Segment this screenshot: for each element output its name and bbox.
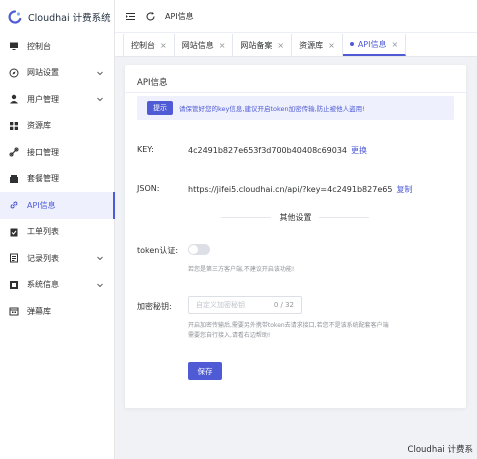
active-dot-icon (349, 42, 354, 46)
toggle-knob (189, 245, 198, 254)
footer-text: Cloudhai 计费系 (407, 445, 473, 455)
monitor-icon (9, 41, 19, 51)
close-icon[interactable]: × (328, 41, 335, 50)
sidebar-item-site-settings[interactable]: 网站设置 (0, 60, 114, 87)
close-icon[interactable]: × (160, 41, 167, 50)
api-link-icon (9, 200, 19, 210)
key-value: 4c2491b827e653f3d700b40408c69034 (188, 146, 348, 155)
sidebar-item-tickets[interactable]: 工单列表 (0, 219, 114, 246)
chevron-down-icon (97, 283, 103, 287)
section-divider-right (319, 217, 369, 218)
top-header: API信息 (115, 0, 477, 33)
brand-name: Cloudhai 计费系统 (28, 12, 111, 24)
clipboard-icon (9, 227, 19, 237)
sidebar-item-api-info[interactable]: API信息 (0, 192, 115, 219)
tab-label: 网站信息 (181, 40, 214, 50)
sidebar-item-system-info[interactable]: 系统信息 (0, 272, 114, 299)
card-title: API信息 (137, 78, 168, 88)
sidebar-item-label: 套餐管理 (27, 174, 59, 184)
tab-api-info[interactable]: API信息 × (342, 34, 407, 56)
refresh-icon[interactable] (145, 11, 156, 22)
chevron-down-icon (97, 97, 103, 102)
close-icon[interactable]: × (219, 41, 226, 50)
key-row: 4c2491b827e653f3d700b40408c69034 更换 (188, 145, 367, 156)
copy-link[interactable]: 复制 (396, 185, 412, 194)
key-label: KEY: (137, 145, 154, 154)
menu-toggle-icon[interactable] (125, 11, 136, 22)
tab-label: 网站备案 (240, 40, 273, 50)
secret-label: 加密秘钥: (137, 302, 172, 311)
notice-banner: 提示 请保管好您的key信息,建议开启token加密传输,防止被他人盗用! (137, 96, 454, 120)
tab-resources[interactable]: 资源库 × (292, 34, 343, 56)
sidebar-item-user-management[interactable]: 用户管理 (0, 86, 114, 113)
sidebar-item-label: 接口管理 (27, 147, 59, 157)
sidebar-item-resources[interactable]: 资源库 (0, 113, 114, 140)
tab-site-info[interactable]: 网站信息 × (175, 34, 234, 56)
tab-label: 控制台 (131, 40, 155, 50)
secret-hint-line1: 开启加密传输后,需要另外携带token去请求接口,若您不是该系统配套客户端 (188, 322, 389, 329)
section-title: 其他设置 (279, 213, 312, 222)
tab-site-filing[interactable]: 网站备案 × (233, 34, 293, 56)
chevron-down-icon (97, 256, 103, 261)
sidebar-item-label: 资源库 (27, 121, 51, 131)
link-icon (9, 147, 19, 157)
close-icon[interactable]: × (277, 41, 284, 50)
sidebar-item-label: 工单列表 (27, 227, 59, 237)
sidebar-item-label: 网站设置 (27, 68, 59, 78)
compass-icon (9, 68, 19, 78)
tabs-bar: 控制台 × 网站信息 × 网站备案 × 资源库 × API信息 × (115, 33, 477, 57)
grid-icon (9, 121, 19, 131)
sidebar-item-packages[interactable]: 套餐管理 (0, 166, 114, 193)
sidebar-item-records[interactable]: 记录列表 (0, 245, 114, 272)
secret-placeholder: 自定义加密秘钥 (196, 301, 245, 309)
tab-dashboard[interactable]: 控制台 × (123, 34, 175, 56)
secret-hint-line2: 需要您自行接入,请看右边帮助! (188, 332, 271, 339)
sidebar-item-label: API信息 (27, 200, 56, 210)
notice-tag: 提示 (147, 101, 173, 115)
records-icon (9, 253, 19, 263)
save-button[interactable]: 保存 (188, 362, 222, 380)
api-info-card: API信息 提示 请保管好您的key信息,建议开启token加密传输,防止被他人… (125, 65, 466, 408)
sidebar-item-label: 控制台 (27, 41, 51, 51)
system-icon (9, 280, 19, 290)
close-icon[interactable]: × (391, 40, 398, 49)
json-label: JSON: (137, 184, 160, 193)
sidebar-item-label: 弹幕库 (27, 306, 51, 316)
tab-label: 资源库 (299, 40, 324, 50)
notice-message: 请保管好您的key信息,建议开启token加密传输,防止被他人盗用! (179, 105, 365, 113)
json-url: https://jifei5.cloudhai.cn/api/?key=4c24… (188, 185, 393, 194)
cloudhai-logo-icon (8, 9, 22, 24)
token-label: token认证: (137, 246, 179, 255)
card-divider (125, 92, 466, 93)
token-hint: 若您是第三方客户端,不建议开启该功能! (188, 266, 295, 273)
sidebar: Cloudhai 计费系统 控制台 网站设置 用户管理 资源库 接口管理 套餐管… (0, 0, 115, 459)
breadcrumb: API信息 (165, 11, 194, 21)
sidebar-item-api-management[interactable]: 接口管理 (0, 139, 114, 166)
brand[interactable]: Cloudhai 计费系统 (0, 0, 114, 33)
token-toggle[interactable] (188, 244, 210, 255)
sidebar-item-label: 系统信息 (27, 280, 59, 290)
sidebar-item-label: 记录列表 (27, 253, 59, 263)
package-icon (9, 174, 19, 184)
calendar-icon (9, 306, 19, 316)
secret-input[interactable]: 自定义加密秘钥 0 / 32 (188, 296, 302, 314)
sidebar-item-danmaku[interactable]: 弹幕库 (0, 298, 114, 325)
change-key-link[interactable]: 更换 (351, 146, 367, 155)
sidebar-item-label: 用户管理 (27, 94, 59, 104)
json-row: https://jifei5.cloudhai.cn/api/?key=4c24… (188, 184, 412, 195)
user-icon (9, 94, 19, 104)
char-count: 0 / 32 (273, 301, 294, 309)
sidebar-item-dashboard[interactable]: 控制台 (0, 33, 114, 60)
chevron-down-icon (97, 71, 103, 75)
tab-label: API信息 (357, 39, 387, 49)
